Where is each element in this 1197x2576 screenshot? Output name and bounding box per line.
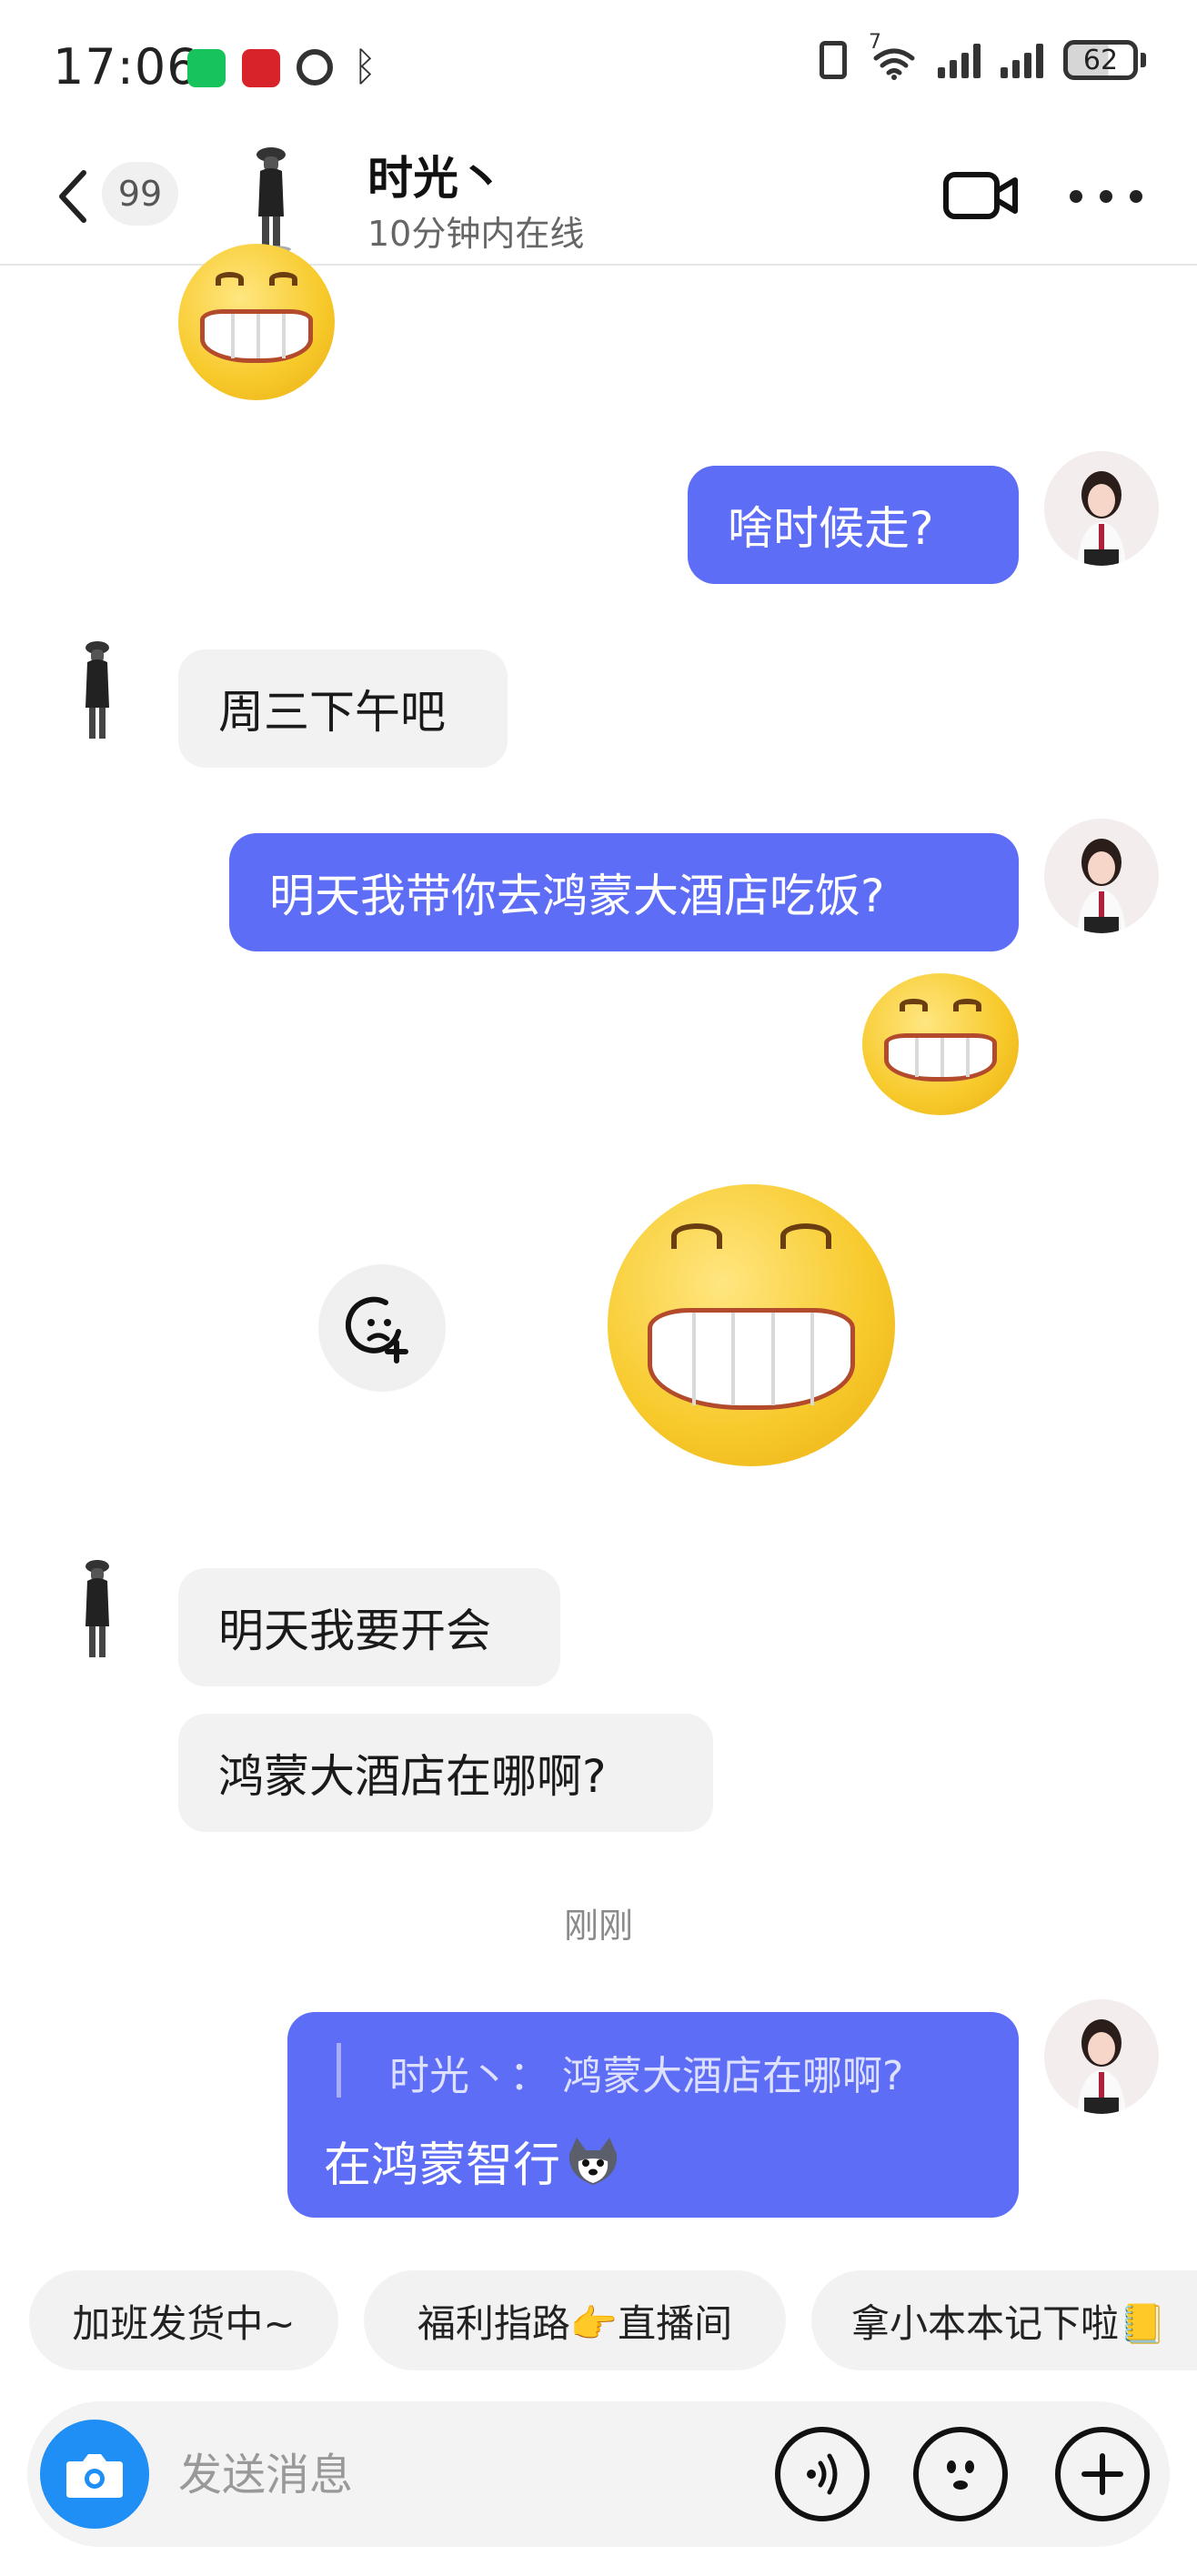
plus-button[interactable]	[1055, 2427, 1150, 2521]
message-bubble-incoming[interactable]: 周三下午吧	[178, 649, 508, 768]
status-indicators: 7 62	[820, 31, 1146, 80]
message-bubble-outgoing[interactable]: 啥时候走?	[688, 466, 1019, 584]
back-arrow-icon[interactable]	[55, 160, 91, 233]
status-time: 17:06	[53, 38, 199, 96]
message-bubble-incoming[interactable]: 鸿蒙大酒店在哪啊?	[178, 1714, 713, 1832]
add-sticker-button[interactable]	[318, 1264, 446, 1392]
timestamp: 刚刚	[563, 1906, 633, 1946]
message-bubble-outgoing[interactable]: 明天我带你去鸿蒙大酒店吃饭?	[229, 833, 1019, 951]
my-avatar[interactable]	[1044, 819, 1159, 933]
more-icon[interactable]	[1070, 176, 1142, 216]
reply-text: 在鸿蒙智行	[324, 2127, 622, 2195]
grin-emoji[interactable]	[178, 244, 335, 400]
camera-button[interactable]	[40, 2420, 149, 2529]
wifi-arcs	[873, 48, 915, 80]
quoted-message[interactable]: 时光丶： 鸿蒙大酒店在哪啊?	[389, 2043, 903, 2101]
contact-avatar[interactable]	[73, 1555, 122, 1665]
video-call-icon[interactable]	[942, 164, 1019, 227]
wifi-icon: 7	[867, 31, 918, 80]
quote-bar	[337, 2043, 341, 2098]
signal-icon	[938, 42, 981, 78]
app-notification-icon	[242, 49, 280, 87]
grin-emoji[interactable]	[862, 973, 1019, 1115]
message-bubble-incoming[interactable]: 明天我要开会	[178, 1568, 560, 1686]
contact-avatar[interactable]	[73, 637, 122, 746]
my-avatar[interactable]	[1044, 451, 1159, 566]
plus-icon	[1081, 2453, 1123, 2495]
battery-level: 62	[1063, 40, 1138, 80]
alarm-icon	[297, 49, 333, 86]
contact-name: 时光丶	[367, 152, 504, 205]
voice-icon	[807, 2453, 838, 2495]
husky-icon	[568, 2138, 618, 2185]
wechat-icon	[187, 49, 226, 87]
emoji-icon	[947, 2460, 974, 2490]
add-sticker-icon	[346, 1296, 408, 1363]
unread-count-badge[interactable]: 99	[102, 162, 178, 226]
bluetooth-icon: ᛒ	[353, 44, 377, 90]
quick-reply-chip[interactable]: 拿小本本记下啦📒	[811, 2270, 1197, 2370]
grin-sticker[interactable]	[608, 1184, 895, 1466]
quick-reply-chip[interactable]: 加班发货中~	[29, 2270, 338, 2370]
vibrate-icon	[820, 41, 847, 79]
voice-button[interactable]	[775, 2427, 870, 2521]
signal-icon	[1001, 42, 1043, 78]
camera-icon	[66, 2454, 123, 2498]
battery-icon: 62	[1063, 40, 1146, 80]
my-avatar[interactable]	[1044, 1999, 1159, 2114]
reply-message-text: 在鸿蒙智行	[324, 2138, 561, 2193]
online-status: 10分钟内在线	[367, 214, 585, 254]
emoji-button[interactable]	[913, 2427, 1008, 2521]
message-input[interactable]	[176, 2438, 726, 2512]
quick-reply-chip[interactable]: 福利指路👉直播间	[364, 2270, 786, 2370]
contact-avatar[interactable]	[238, 140, 304, 253]
